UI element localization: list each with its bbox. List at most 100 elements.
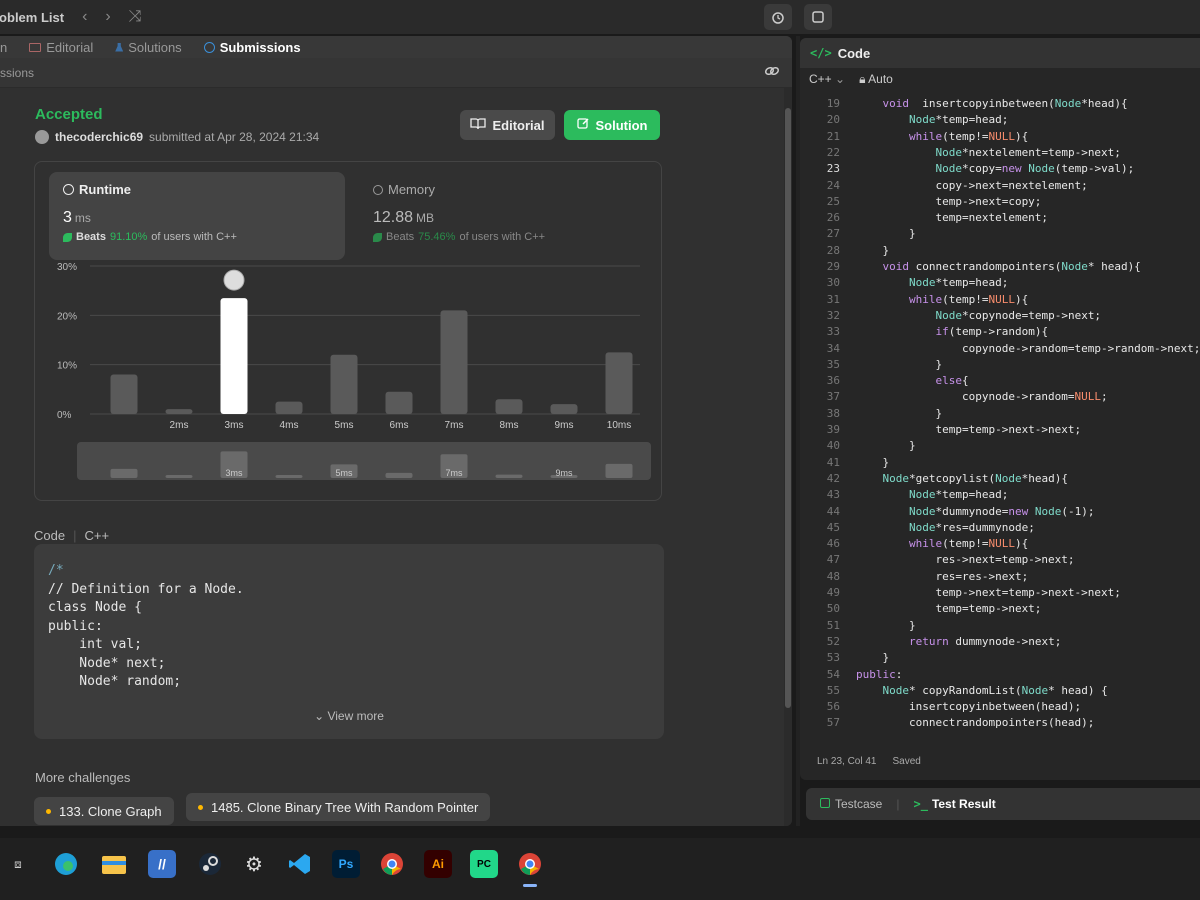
runtime-card[interactable]: Runtime 3 ms Beats 91.10% of users with C…: [49, 172, 345, 260]
editor-code-line[interactable]: Node*getcopylist(Node*head){: [856, 471, 1068, 487]
editor-code-line[interactable]: while(temp!=NULL){: [856, 536, 1028, 552]
editor-code-line[interactable]: }: [856, 650, 889, 666]
line-number: 41: [826, 455, 840, 469]
editor-code-line[interactable]: }: [856, 455, 889, 471]
vscode-icon[interactable]: [286, 850, 314, 878]
language-select[interactable]: C++ ⌄: [809, 72, 845, 86]
editor-code-line[interactable]: Node*copynode=temp->next;: [856, 308, 1101, 324]
x-tick-label: 8ms: [500, 420, 519, 431]
chrome-icon[interactable]: [378, 850, 406, 878]
editor-code-line[interactable]: insertcopyinbetween(head);: [856, 699, 1081, 715]
editor-code-line[interactable]: }: [856, 438, 916, 454]
file-explorer-icon[interactable]: [100, 850, 128, 878]
memory-label-row: Memory: [373, 182, 641, 197]
line-number: 25: [826, 194, 840, 208]
code-editor[interactable]: 19 void insertcopyinbetween(Node*head){2…: [800, 96, 1200, 736]
editor-code-line[interactable]: temp->next=copy;: [856, 194, 1041, 210]
pycharm-icon[interactable]: PC: [470, 850, 498, 878]
editor-code-line[interactable]: res->next=temp->next;: [856, 552, 1074, 568]
solution-button[interactable]: Solution: [564, 110, 660, 140]
editor-code-line[interactable]: res=res->next;: [856, 569, 1028, 585]
tab-solutions[interactable]: Solutions: [115, 40, 182, 55]
editor-code-line[interactable]: Node*copy=new Node(temp->val);: [856, 161, 1134, 177]
line-number: 49: [826, 586, 840, 599]
language-select-value: C++: [809, 72, 832, 86]
username[interactable]: thecoderchic69: [55, 130, 143, 144]
editor-code-line[interactable]: Node*temp=head;: [856, 112, 1008, 128]
editor-code-line[interactable]: while(temp!=NULL){: [856, 129, 1028, 145]
auto-mode-label: Auto: [868, 71, 893, 86]
tab-testcase[interactable]: Testcase: [820, 797, 882, 811]
settings-gear-icon[interactable]: ⚙: [240, 850, 268, 878]
left-scrollbar[interactable]: [784, 88, 792, 826]
overview-bar: [110, 468, 138, 478]
solution-button-label: Solution: [595, 117, 648, 133]
avatar[interactable]: [35, 130, 49, 144]
view-more-button[interactable]: ⌄ View more: [34, 707, 664, 726]
chart-bar: [165, 409, 193, 414]
editor-code-line[interactable]: if(temp->random){: [856, 324, 1048, 340]
editor-code-line[interactable]: }: [856, 406, 942, 422]
visual-studio-icon[interactable]: //: [148, 850, 176, 878]
code-line: int val;: [48, 637, 142, 652]
editor-code-line[interactable]: public:: [856, 667, 902, 683]
overview-label: 7ms: [445, 468, 463, 478]
edge-browser-icon[interactable]: [52, 850, 80, 878]
editor-code-line[interactable]: }: [856, 357, 942, 373]
editor-code-line[interactable]: copynode->random=temp->random->next;: [856, 341, 1200, 357]
editor-code-line[interactable]: Node*dummynode=new Node(-1);: [856, 504, 1094, 520]
editor-code-line[interactable]: Node*temp=head;: [856, 275, 1008, 291]
leaf-icon: [63, 232, 72, 242]
link-icon[interactable]: [764, 65, 780, 80]
editor-code-line[interactable]: Node*nextelement=temp->next;: [856, 145, 1120, 161]
editor-code-line[interactable]: temp=nextelement;: [856, 210, 1048, 226]
editor-toolbar: C++ ⌄ 🔒︎ Auto: [800, 68, 1200, 90]
line-number: 45: [826, 520, 840, 534]
editor-code-line[interactable]: copy->next=nextelement;: [856, 178, 1087, 194]
editor-code-line[interactable]: Node*temp=head;: [856, 487, 1008, 503]
photoshop-icon[interactable]: Ps: [332, 850, 360, 878]
editor-code-line[interactable]: else{: [856, 373, 968, 389]
overview-bar: [495, 474, 523, 478]
tab-test-result[interactable]: >_ Test Result: [913, 797, 995, 811]
editor-code-line[interactable]: copynode->random=NULL;: [856, 389, 1108, 405]
challenge-chip-1[interactable]: 133. Clone Graph: [34, 797, 174, 825]
editor-code-line[interactable]: temp=temp->next;: [856, 601, 1041, 617]
shuffle-icon[interactable]: ⤨: [129, 8, 142, 26]
tab-submissions[interactable]: Submissions: [203, 40, 301, 55]
editor-code-line[interactable]: Node* copyRandomList(Node* head) {: [856, 683, 1108, 699]
chrome-icon[interactable]: [516, 850, 544, 878]
overview-label: 3ms: [225, 468, 243, 478]
next-problem-icon[interactable]: ›: [105, 8, 110, 26]
challenge-chip-2[interactable]: 1485. Clone Binary Tree With Random Poin…: [186, 793, 491, 821]
left-panel: n Editorial Solutions Submissions ssions…: [0, 36, 792, 826]
editor-code-line[interactable]: return dummynode->next;: [856, 634, 1061, 650]
tab-editorial[interactable]: Editorial: [29, 40, 93, 55]
left-scrollbar-thumb[interactable]: [785, 108, 791, 708]
editor-code-line[interactable]: }: [856, 226, 916, 242]
illustrator-icon[interactable]: Ai: [424, 850, 452, 878]
steam-icon[interactable]: [196, 850, 224, 878]
editor-code-line[interactable]: void insertcopyinbetween(Node*head){: [856, 96, 1128, 112]
submissions-back-label[interactable]: ssions: [0, 66, 34, 80]
editorial-button[interactable]: Editorial: [460, 110, 555, 140]
note-icon[interactable]: [804, 4, 832, 30]
tab-description[interactable]: n: [0, 40, 7, 55]
editor-code-line[interactable]: }: [856, 243, 889, 259]
prev-problem-icon[interactable]: ‹: [82, 8, 87, 26]
editor-code-line[interactable]: temp=temp->next->next;: [856, 422, 1081, 438]
code-line: Node* next;: [48, 655, 166, 671]
editor-code-line[interactable]: connectrandompointers(head);: [856, 715, 1094, 731]
editor-code-line[interactable]: while(temp!=NULL){: [856, 292, 1028, 308]
editor-code-line[interactable]: }: [856, 618, 916, 634]
editor-code-line[interactable]: Node*res=dummynode;: [856, 520, 1035, 536]
line-number: 42: [826, 471, 840, 485]
editor-code-line[interactable]: temp->next=temp->next->next;: [856, 585, 1120, 601]
alarm-clock-icon[interactable]: [764, 4, 792, 30]
problem-list-title[interactable]: roblem List: [0, 10, 64, 25]
task-view-icon[interactable]: ⧈: [4, 850, 32, 878]
auto-mode-toggle[interactable]: 🔒︎ Auto: [859, 72, 893, 87]
memory-card[interactable]: Memory 12.88 MB Beats 75.46% of users wit…: [359, 172, 655, 260]
line-number: 38: [826, 406, 840, 420]
editor-code-line[interactable]: void connectrandompointers(Node* head){: [856, 259, 1141, 275]
